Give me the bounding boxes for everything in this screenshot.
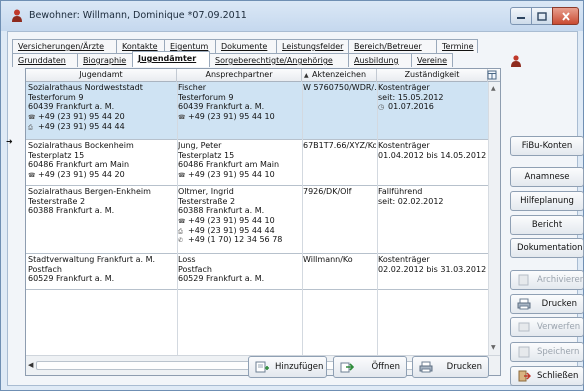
tab-biographie[interactable]: Biographie — [77, 53, 133, 67]
column-divider — [377, 82, 378, 355]
column-header-aktenzeichen-label: Aktenzeichen — [311, 70, 367, 79]
dokumentation-button[interactable]: Dokumentation — [510, 238, 584, 258]
cell-zustaendigkeit: Kostenträger 01.04.2012 bis 14.05.2012 — [378, 141, 487, 160]
cell-ansprechpartner: Loss Postfach 60529 Frankfurt a. M. — [178, 255, 265, 284]
table-row[interactable]: Sozialrathaus Bergen-Enkheim Testerstraß… — [26, 186, 500, 254]
jugendamt-table: Jugendamt Ansprechpartner ▲ Aktenzeichen… — [26, 69, 500, 355]
mobile-phone-icon: ✆ — [178, 237, 184, 245]
person-app-icon — [12, 9, 22, 22]
cell-ansprechpartner: Fischer Testerforum 9 60439 Frankfurt a.… — [178, 83, 275, 122]
tab-grunddaten[interactable]: Grunddaten — [12, 53, 78, 67]
archive-button[interactable]: Archivieren — [510, 270, 584, 290]
client-area: Versicherungen/Ärzte Kontakte Eigentum D… — [6, 31, 584, 386]
column-divider — [177, 82, 178, 355]
tab-ausbildung[interactable]: Ausbildung — [348, 53, 412, 67]
cell-jugendamt: Sozialrathaus Bockenheim Testerplatz 15 … — [28, 141, 134, 180]
tab-dokumente[interactable]: Dokumente — [215, 39, 277, 53]
column-header-jugendamt[interactable]: Jugendamt — [26, 69, 177, 82]
scroll-up-icon[interactable]: ▲ — [491, 85, 496, 92]
maximize-button[interactable] — [531, 7, 553, 25]
tab-bereich-betreuer[interactable]: Bereich/Betreuer — [348, 39, 437, 53]
print-button[interactable]: Drucken — [412, 356, 489, 378]
column-divider — [302, 82, 303, 355]
add-button-label: Hinzufügen — [275, 362, 324, 372]
phone-icon: ☎ — [178, 172, 186, 180]
cell-zustaendigkeit: Fallführend seit: 02.02.2012 — [378, 187, 444, 206]
cell-ansprechpartner: Oltmer, Ingrid Testerstraße 2 60388 Fran… — [178, 187, 283, 245]
side-print-button[interactable]: Drucken — [510, 294, 584, 314]
hilfeplanung-button[interactable]: Hilfeplanung — [510, 191, 584, 211]
cell-jugendamt: Sozialrathaus Nordweststadt Testerforum … — [28, 83, 143, 131]
cell-aktenzeichen: 7926/DK/Olf — [303, 187, 352, 196]
cell-jugendamt: Sozialrathaus Bergen-Enkheim Testerstraß… — [28, 187, 151, 216]
tab-row-top: Versicherungen/Ärzte Kontakte Eigentum D… — [12, 39, 478, 53]
open-button-label: Öffnen — [371, 362, 400, 372]
sort-ascending-icon: ▲ — [304, 72, 309, 79]
printer-icon — [419, 361, 433, 373]
phone-icon: ☎ — [178, 114, 186, 122]
phone-icon: ☎ — [28, 172, 36, 180]
anamnese-button[interactable]: Anamnese — [510, 167, 584, 187]
tab-versicherungen[interactable]: Versicherungen/Ärzte — [12, 39, 117, 53]
cell-aktenzeichen: 67B1T7.66/XYZ/Ko — [303, 141, 376, 150]
fax-icon: ⎙ — [28, 123, 33, 131]
current-row-indicator-icon: ➜ — [6, 137, 13, 146]
save-icon — [518, 346, 530, 358]
add-button[interactable]: Hinzufügen — [248, 356, 327, 378]
add-document-icon — [255, 361, 269, 373]
exit-door-icon — [518, 370, 531, 382]
main-window: Bewohner: Willmann, Dominique *07.09.201… — [0, 0, 584, 391]
discard-button[interactable]: Verwerfen — [510, 317, 584, 337]
tab-termine[interactable]: Termine — [436, 39, 478, 53]
cell-jugendamt: Stadtverwaltung Frankfurt a. M. Postfach… — [28, 255, 156, 284]
tab-jugendaemter[interactable]: Jugendämter — [132, 51, 210, 67]
vertical-scrollbar[interactable]: ▲ ▼ — [488, 82, 500, 355]
table-header: Jugendamt Ansprechpartner ▲ Aktenzeichen… — [26, 69, 500, 82]
jugendamt-table-panel: Jugendamt Ansprechpartner ▲ Aktenzeichen… — [25, 68, 501, 376]
column-header-ansprechpartner[interactable]: Ansprechpartner — [177, 69, 302, 82]
scroll-down-icon[interactable]: ▼ — [491, 344, 496, 351]
table-row[interactable]: Sozialrathaus Nordweststadt Testerforum … — [26, 82, 500, 140]
cell-aktenzeichen: W 5760750/WDR/… — [303, 83, 376, 92]
minimize-button[interactable] — [510, 7, 532, 25]
maximize-icon — [537, 11, 547, 21]
save-button[interactable]: Speichern — [510, 342, 584, 362]
printer-icon — [517, 298, 531, 310]
window-title: Bewohner: Willmann, Dominique *07.09.201… — [29, 10, 247, 21]
table-row[interactable]: Sozialrathaus Bockenheim Testerplatz 15 … — [26, 140, 500, 186]
person-icon — [511, 55, 521, 67]
cell-aktenzeichen: Willmann/Ko — [303, 255, 353, 264]
discard-icon — [518, 322, 530, 332]
cell-zustaendigkeit: Kostenträger seit: 15.05.2012 ◷ 01.07.201… — [378, 83, 444, 112]
column-header-zustaendigkeit[interactable]: Zuständigkeit — [377, 69, 488, 82]
open-arrow-icon — [340, 362, 354, 373]
cell-zustaendigkeit: Kostenträger 02.02.2012 bis 31.03.2012 — [378, 255, 487, 274]
open-button[interactable]: Öffnen — [333, 356, 407, 378]
close-window-button[interactable] — [552, 7, 579, 25]
minimize-icon — [517, 17, 525, 19]
tab-leistungsfelder[interactable]: Leistungsfelder — [276, 39, 349, 53]
tab-row-bottom: Grunddaten Biographie Jugendämter Sorgeb… — [12, 51, 453, 67]
close-button[interactable]: Schließen — [510, 366, 584, 386]
scroll-left-icon[interactable]: ◀ — [28, 361, 33, 369]
close-icon — [561, 11, 570, 21]
table-row[interactable]: Stadtverwaltung Frankfurt a. M. Postfach… — [26, 254, 500, 290]
archive-icon — [518, 274, 529, 286]
column-chooser-icon[interactable] — [487, 70, 497, 80]
tab-sorgeberechtigte[interactable]: Sorgeberechtigte/Angehörige — [209, 53, 349, 67]
column-header-aktenzeichen[interactable]: ▲ Aktenzeichen — [302, 69, 377, 82]
tab-vereine[interactable]: Vereine — [411, 53, 453, 67]
fibu-konten-button[interactable]: FiBu-Konten — [510, 136, 584, 156]
bericht-button[interactable]: Bericht — [510, 215, 584, 235]
cell-ansprechpartner: Jung, Peter Testerplatz 15 60486 Frankfu… — [178, 141, 280, 180]
clock-icon: ◷ — [378, 103, 385, 112]
title-bar[interactable]: Bewohner: Willmann, Dominique *07.09.201… — [1, 1, 583, 31]
print-button-label: Drucken — [446, 362, 482, 372]
